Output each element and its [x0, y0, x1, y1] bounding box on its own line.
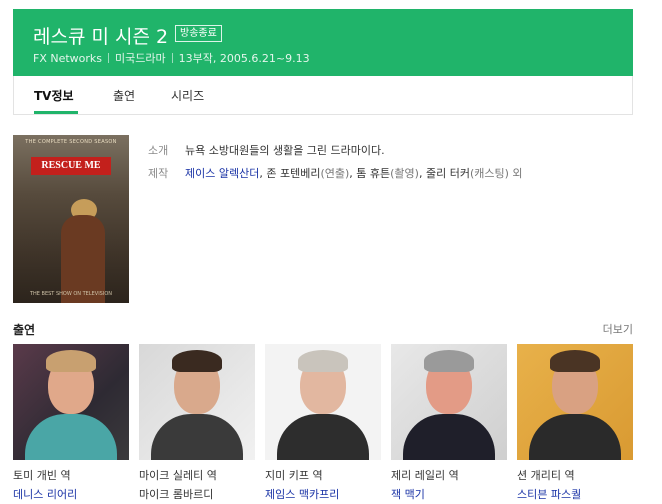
cast-heading: 출연: [13, 323, 36, 337]
poster-logo: RESCUE ME: [31, 157, 111, 175]
intro-label: 소개: [148, 144, 169, 157]
more-link[interactable]: 더보기: [603, 321, 633, 337]
intro-row: 소개 뉴욕 소방대원들의 생활을 그린 드라마이다.: [148, 142, 385, 158]
cast-card[interactable]: 제리 레일리 역 잭 맥기: [391, 344, 507, 502]
cinematographer-name: 톰 휴튼: [356, 167, 391, 180]
cast-actor: 마이크 롬바르디: [139, 488, 214, 501]
cast-actor[interactable]: 데니스 리어리: [13, 486, 129, 502]
meta-divider: [108, 53, 110, 63]
cast-photo[interactable]: [517, 344, 633, 460]
cast-role: 토미 개빈 역: [13, 469, 71, 482]
tab-cast[interactable]: 출연: [113, 87, 135, 104]
cast-role: 션 개리티 역: [517, 469, 575, 482]
genre-label: 미국드라마: [115, 52, 166, 65]
casting-name: 줄리 터커: [425, 167, 470, 180]
tab-series[interactable]: 시리즈: [171, 87, 204, 104]
poster-figure: [61, 215, 105, 303]
poster-season-text: THE COMPLETE SECOND SEASON: [25, 139, 117, 145]
cast-card[interactable]: 마이크 실레티 역 마이크 롬바르디: [139, 344, 255, 502]
poster-image[interactable]: THE COMPLETE SECOND SEASON RESCUE ME THE…: [13, 135, 129, 303]
casting-role: (캐스팅) 외: [469, 167, 523, 180]
network-label[interactable]: FX Networks: [33, 52, 102, 65]
cast-photo[interactable]: [139, 344, 255, 460]
tab-bar: TV정보 출연 시리즈: [13, 76, 633, 115]
poster-tagline: THE BEST SHOW ON TELEVISION: [29, 291, 112, 297]
title-header: 레스큐 미 시즌 2 방송종료 FX Networks 미국드라마 13부작, 20…: [13, 9, 633, 76]
meta-line: FX Networks 미국드라마 13부작, 2005.6.21~9.13: [33, 50, 310, 66]
producer-link[interactable]: 제이스 알렉산더: [185, 167, 259, 180]
cast-actor[interactable]: 제임스 맥카프리: [265, 486, 381, 502]
cast-photo[interactable]: [391, 344, 507, 460]
production-row: 제작 제이스 알렉산더, 존 포텐베리(연출), 톰 휴튼(촬영), 줄리 터커(…: [148, 167, 523, 180]
director-role: (연출): [320, 167, 350, 180]
cast-card[interactable]: 토미 개빈 역 데니스 리어리: [13, 344, 129, 502]
cast-card[interactable]: 지미 키프 역 제임스 맥카프리: [265, 344, 381, 502]
cast-card[interactable]: 션 개리티 역 스티븐 파스퀄: [517, 344, 633, 502]
meta-divider: [171, 53, 173, 63]
cast-role: 제리 레일리 역: [391, 469, 459, 482]
cast-role: 지미 키프 역: [265, 469, 323, 482]
status-badge: 방송종료: [175, 25, 222, 42]
director-name: 존 포텐베리: [266, 167, 321, 180]
episodes-dates: 13부작, 2005.6.21~9.13: [178, 52, 310, 65]
intro-text: 뉴욕 소방대원들의 생활을 그린 드라마이다.: [185, 144, 385, 157]
active-tab-indicator: [34, 111, 78, 114]
cast-photo[interactable]: [265, 344, 381, 460]
tab-tv-info[interactable]: TV정보: [34, 87, 74, 104]
cast-photo[interactable]: [13, 344, 129, 460]
cast-role: 마이크 실레티 역: [139, 469, 217, 482]
cast-actor[interactable]: 스티븐 파스퀄: [517, 486, 633, 502]
page-title: 레스큐 미 시즌 2: [33, 26, 169, 48]
cinematographer-role: (촬영): [390, 167, 419, 180]
production-label: 제작: [148, 167, 169, 180]
cast-actor[interactable]: 잭 맥기: [391, 486, 507, 502]
